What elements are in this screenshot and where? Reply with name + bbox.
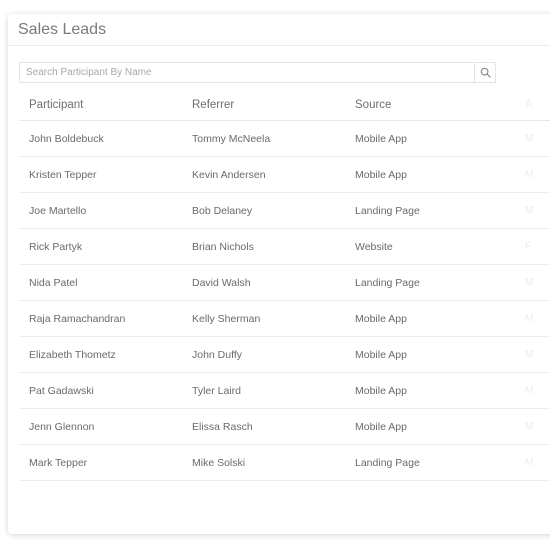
search-button[interactable]: [474, 63, 495, 82]
table-row[interactable]: Pat Gadawski Tyler Laird Mobile App M: [19, 373, 550, 409]
extra-cell: M: [525, 385, 534, 396]
column-header-participant[interactable]: Participant: [19, 99, 182, 111]
referrer-cell: Bob Delaney: [192, 204, 253, 217]
referrer-cell: John Duffy: [192, 348, 243, 361]
card-header: Sales Leads: [8, 14, 550, 46]
column-header-extra[interactable]: A: [525, 99, 550, 111]
extra-cell: M: [525, 349, 534, 360]
source-cell: Mobile App: [355, 348, 407, 361]
search-bar: [19, 62, 496, 83]
participant-cell: Raja Ramachandran: [29, 312, 126, 325]
participant-cell: Pat Gadawski: [29, 384, 94, 397]
extra-cell: F: [525, 241, 532, 252]
table-row[interactable]: Rick Partyk Brian Nichols Website F: [19, 229, 550, 265]
table-row[interactable]: Kristen Tepper Kevin Andersen Mobile App M: [19, 157, 550, 193]
referrer-cell: Brian Nichols: [192, 240, 254, 253]
referrer-cell: Elissa Rasch: [192, 420, 253, 433]
participant-cell: Mark Tepper: [29, 456, 88, 469]
source-cell: Landing Page: [355, 276, 420, 289]
search-input[interactable]: [20, 63, 474, 82]
source-cell: Website: [355, 240, 393, 253]
source-cell: Mobile App: [355, 420, 407, 433]
table-row[interactable]: Nida Patel David Walsh Landing Page M: [19, 265, 550, 301]
participant-cell: Elizabeth Thometz: [29, 348, 116, 361]
referrer-cell: Kevin Andersen: [192, 168, 266, 181]
table-row[interactable]: Jenn Glennon Elissa Rasch Mobile App M: [19, 409, 550, 445]
extra-cell: M: [525, 421, 534, 432]
referrer-cell: Tommy McNeela: [192, 132, 271, 145]
page-title: Sales Leads: [18, 21, 107, 38]
extra-cell: M: [525, 169, 534, 180]
sales-leads-card: Sales Leads Participant Referrer Source …: [8, 14, 550, 534]
extra-cell: M: [525, 313, 534, 324]
extra-cell: M: [525, 457, 534, 468]
source-cell: Mobile App: [355, 312, 407, 325]
participant-cell: Joe Martello: [29, 204, 87, 217]
extra-cell: M: [525, 133, 534, 144]
referrer-cell: Kelly Sherman: [192, 312, 261, 325]
leads-table: Participant Referrer Source A John Bolde…: [19, 90, 550, 481]
participant-cell: John Boldebuck: [29, 132, 104, 145]
extra-cell: M: [525, 277, 534, 288]
table-body: John Boldebuck Tommy McNeela Mobile App M Kr…: [19, 121, 550, 481]
participant-cell: Rick Partyk: [29, 240, 83, 253]
table-row[interactable]: Elizabeth Thometz John Duffy Mobile App M: [19, 337, 550, 373]
table-row[interactable]: Joe Martello Bob Delaney Landing Page M: [19, 193, 550, 229]
search-icon: [480, 67, 491, 78]
participant-cell: Nida Patel: [29, 276, 78, 289]
table-header: Participant Referrer Source A: [19, 90, 550, 121]
source-cell: Landing Page: [355, 456, 420, 469]
table-row[interactable]: John Boldebuck Tommy McNeela Mobile App M: [19, 121, 550, 157]
source-cell: Mobile App: [355, 132, 407, 145]
source-cell: Mobile App: [355, 168, 407, 181]
participant-cell: Kristen Tepper: [29, 168, 97, 181]
column-header-source[interactable]: Source: [345, 99, 525, 111]
table-row[interactable]: Raja Ramachandran Kelly Sherman Mobile App…: [19, 301, 550, 337]
extra-cell: M: [525, 205, 534, 216]
column-header-referrer[interactable]: Referrer: [182, 99, 345, 111]
source-cell: Mobile App: [355, 384, 407, 397]
referrer-cell: Mike Solski: [192, 456, 246, 469]
referrer-cell: David Walsh: [192, 276, 251, 289]
participant-cell: Jenn Glennon: [29, 420, 95, 433]
source-cell: Landing Page: [355, 204, 420, 217]
table-row[interactable]: Mark Tepper Mike Solski Landing Page M: [19, 445, 550, 481]
referrer-cell: Tyler Laird: [192, 384, 242, 397]
